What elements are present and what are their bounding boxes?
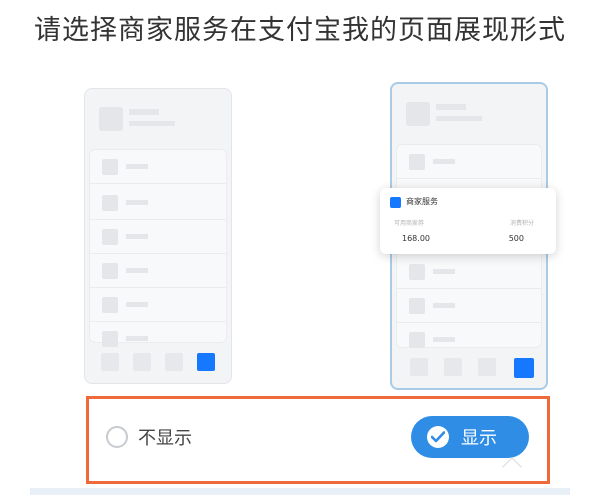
mockup-list-row — [397, 145, 541, 179]
mockup-tab-icon-active — [514, 358, 534, 378]
option-hide[interactable]: 不显示 — [106, 424, 192, 450]
mockup-name-line — [129, 109, 159, 115]
mockup-list-row — [90, 220, 226, 254]
card-label-left: 可用商家券 — [394, 220, 425, 227]
mockup-sub-line — [129, 121, 175, 126]
card-value-left: 168.00 — [402, 234, 430, 243]
mockup-tabbar — [392, 348, 546, 388]
option-hide-label: 不显示 — [138, 428, 192, 449]
merchant-service-card: 商家服务 可用商家券 消费积分 168.00 500 — [380, 188, 556, 254]
mockup-tab-icon — [101, 353, 119, 371]
radio-unchecked-icon[interactable] — [106, 426, 128, 448]
card-label-right: 消费积分 — [509, 220, 534, 227]
mockup-tab-icon — [165, 353, 183, 371]
page-title: 请选择商家服务在支付宝我的页面展现形式 — [34, 15, 566, 46]
mockup-sub-line — [436, 116, 482, 121]
mockup-tab-icon — [410, 358, 428, 376]
card-title: 商家服务 — [406, 197, 438, 206]
checkmark-icon — [427, 426, 449, 448]
card-value-right: 500 — [508, 234, 524, 243]
mockup-list — [89, 149, 227, 347]
mockup-list-row — [90, 150, 226, 184]
mockup-tab-icon — [444, 358, 462, 376]
mockup-tab-icon-active — [197, 353, 215, 371]
mockup-tab-icon — [478, 358, 496, 376]
mockup-header — [392, 84, 546, 144]
mockup-list-row — [90, 254, 226, 288]
mockup-avatar — [406, 102, 430, 126]
mockup-list-row — [397, 289, 541, 323]
mockup-avatar — [99, 107, 123, 131]
mockup-tabbar — [85, 343, 231, 383]
mockup-header — [85, 89, 231, 149]
mockup-tab-icon — [133, 353, 151, 371]
mockup-name-line — [436, 104, 466, 110]
preview-hidden-mockup — [84, 88, 232, 384]
bottom-strip — [30, 488, 570, 495]
option-show-label: 显示 — [461, 428, 497, 449]
merchant-icon — [390, 197, 401, 208]
mockup-list-row — [397, 255, 541, 289]
option-show-button[interactable]: 显示 — [411, 416, 529, 458]
mockup-list-row — [90, 186, 226, 220]
mockup-list-row — [90, 288, 226, 322]
